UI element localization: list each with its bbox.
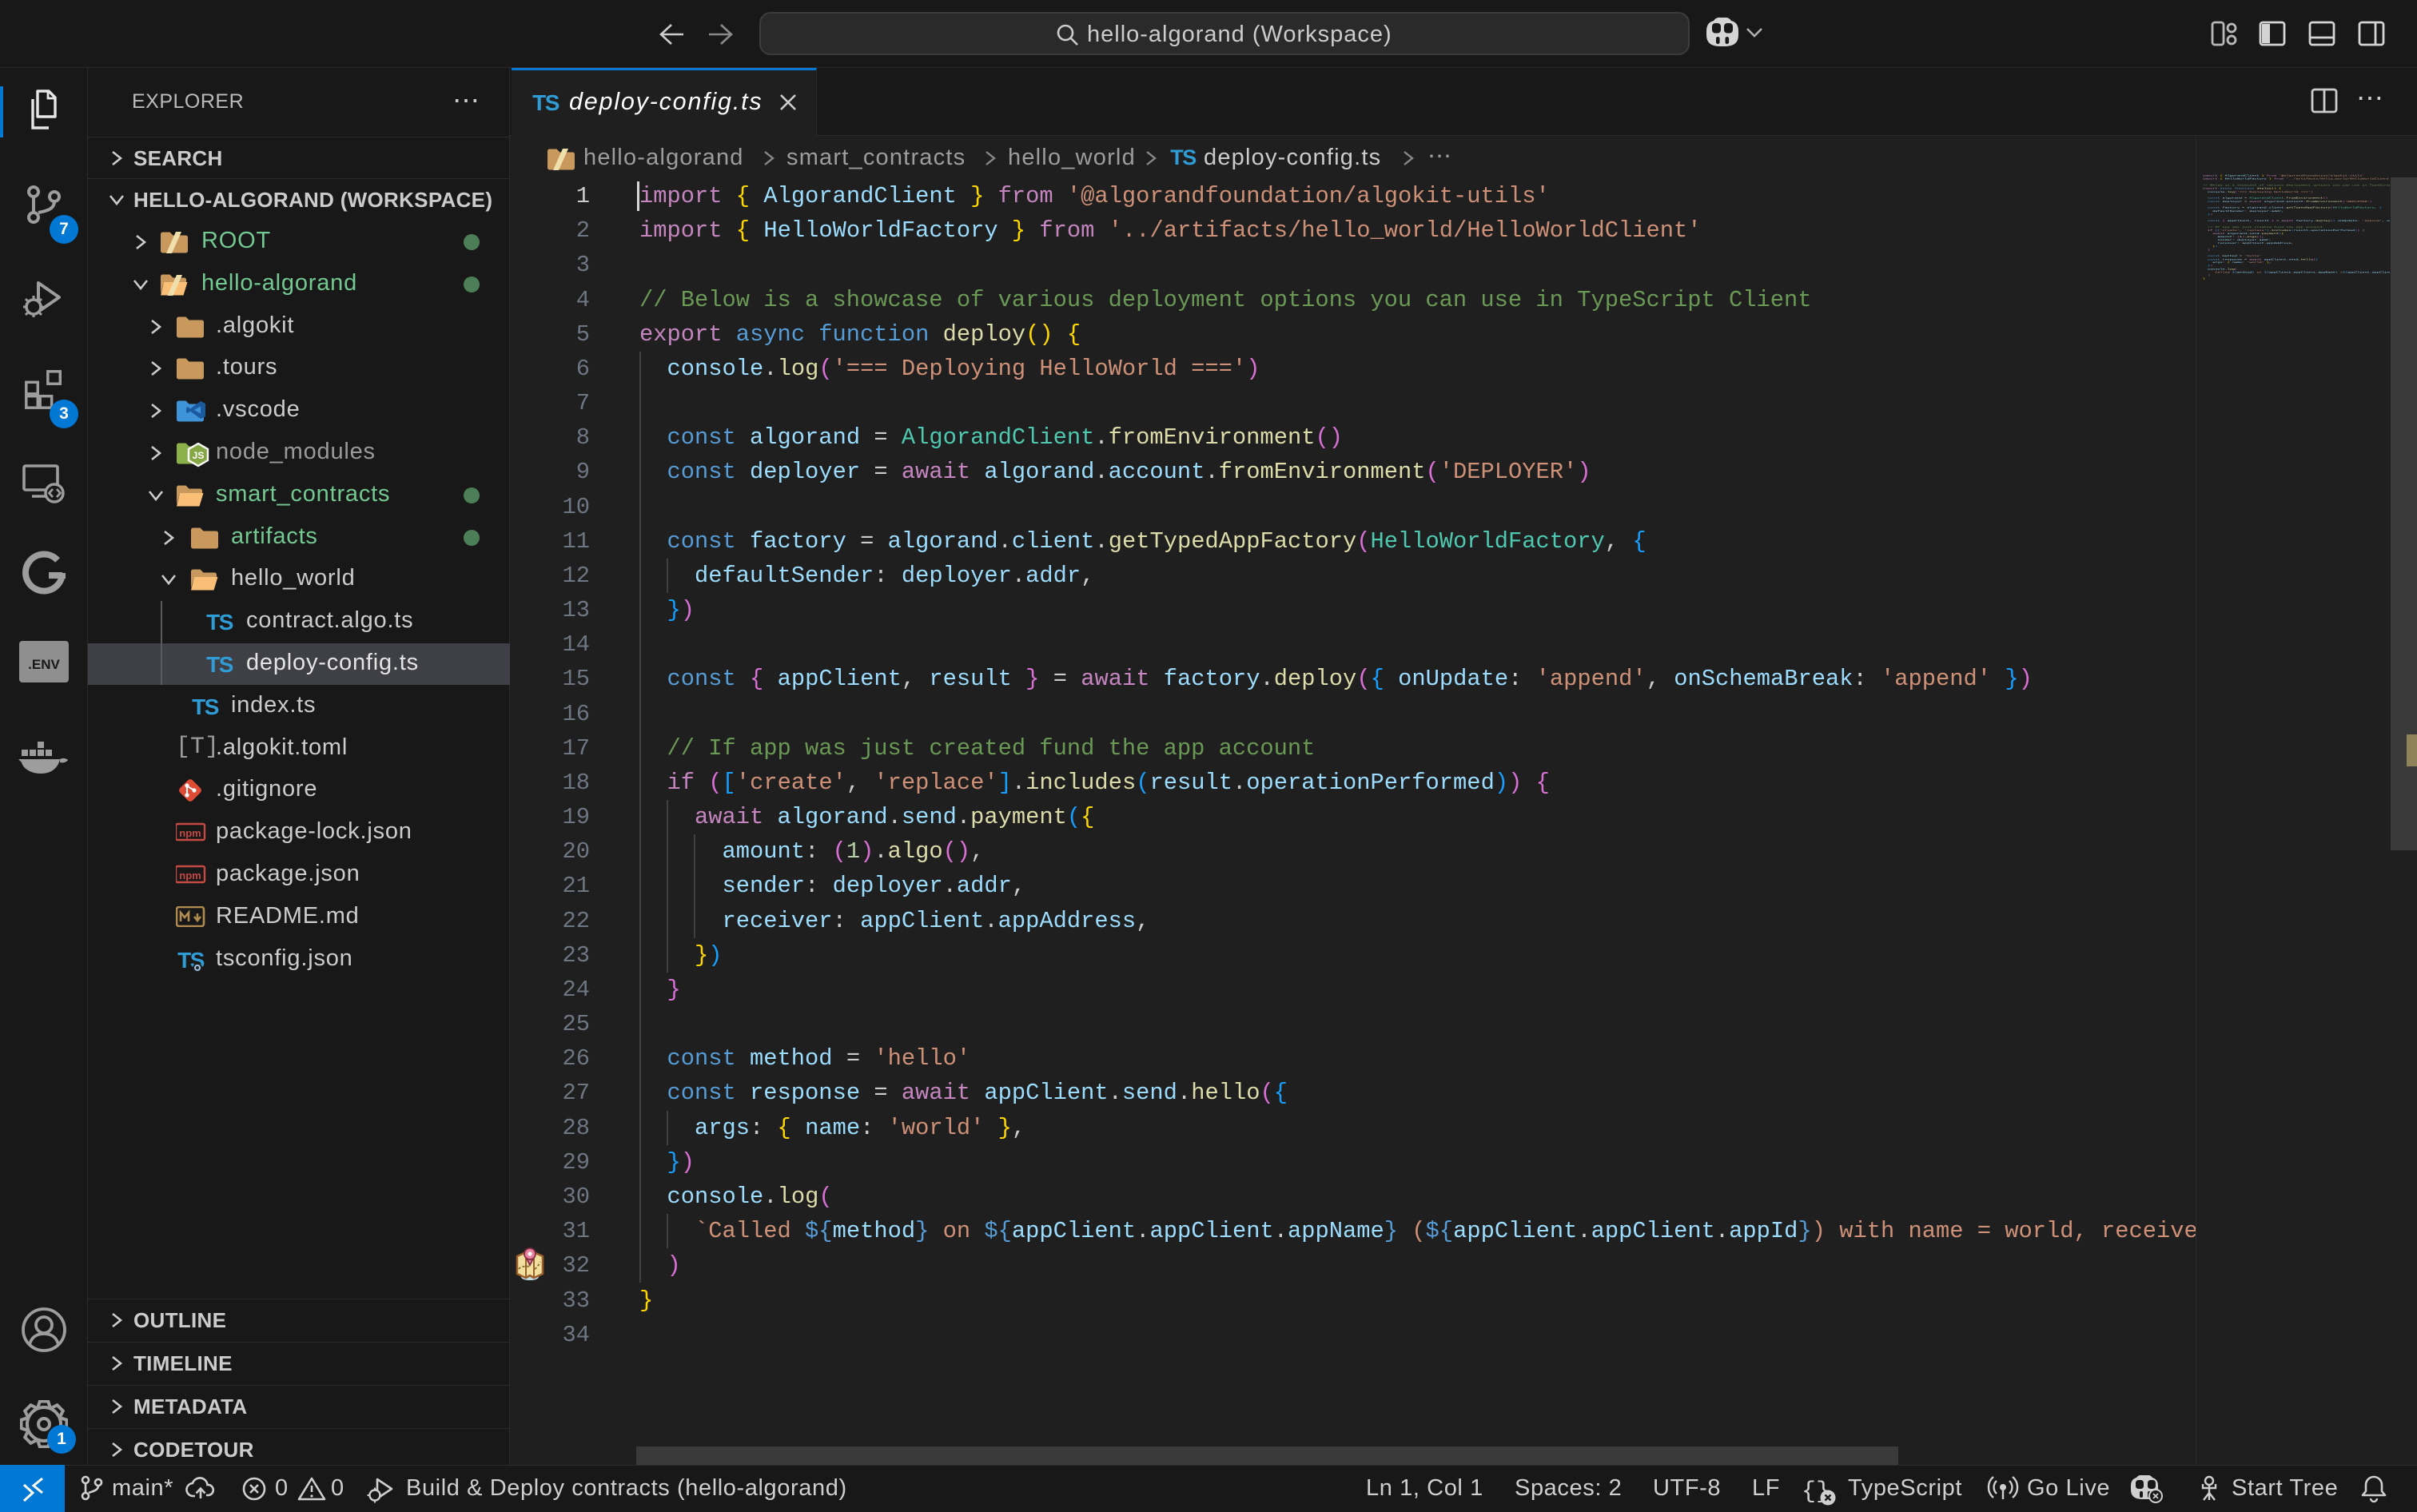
svg-text:npm: npm bbox=[179, 869, 201, 881]
svg-text:JS: JS bbox=[193, 450, 205, 461]
svg-text:.ENV: .ENV bbox=[28, 657, 60, 672]
svg-text:npm: npm bbox=[179, 827, 201, 839]
